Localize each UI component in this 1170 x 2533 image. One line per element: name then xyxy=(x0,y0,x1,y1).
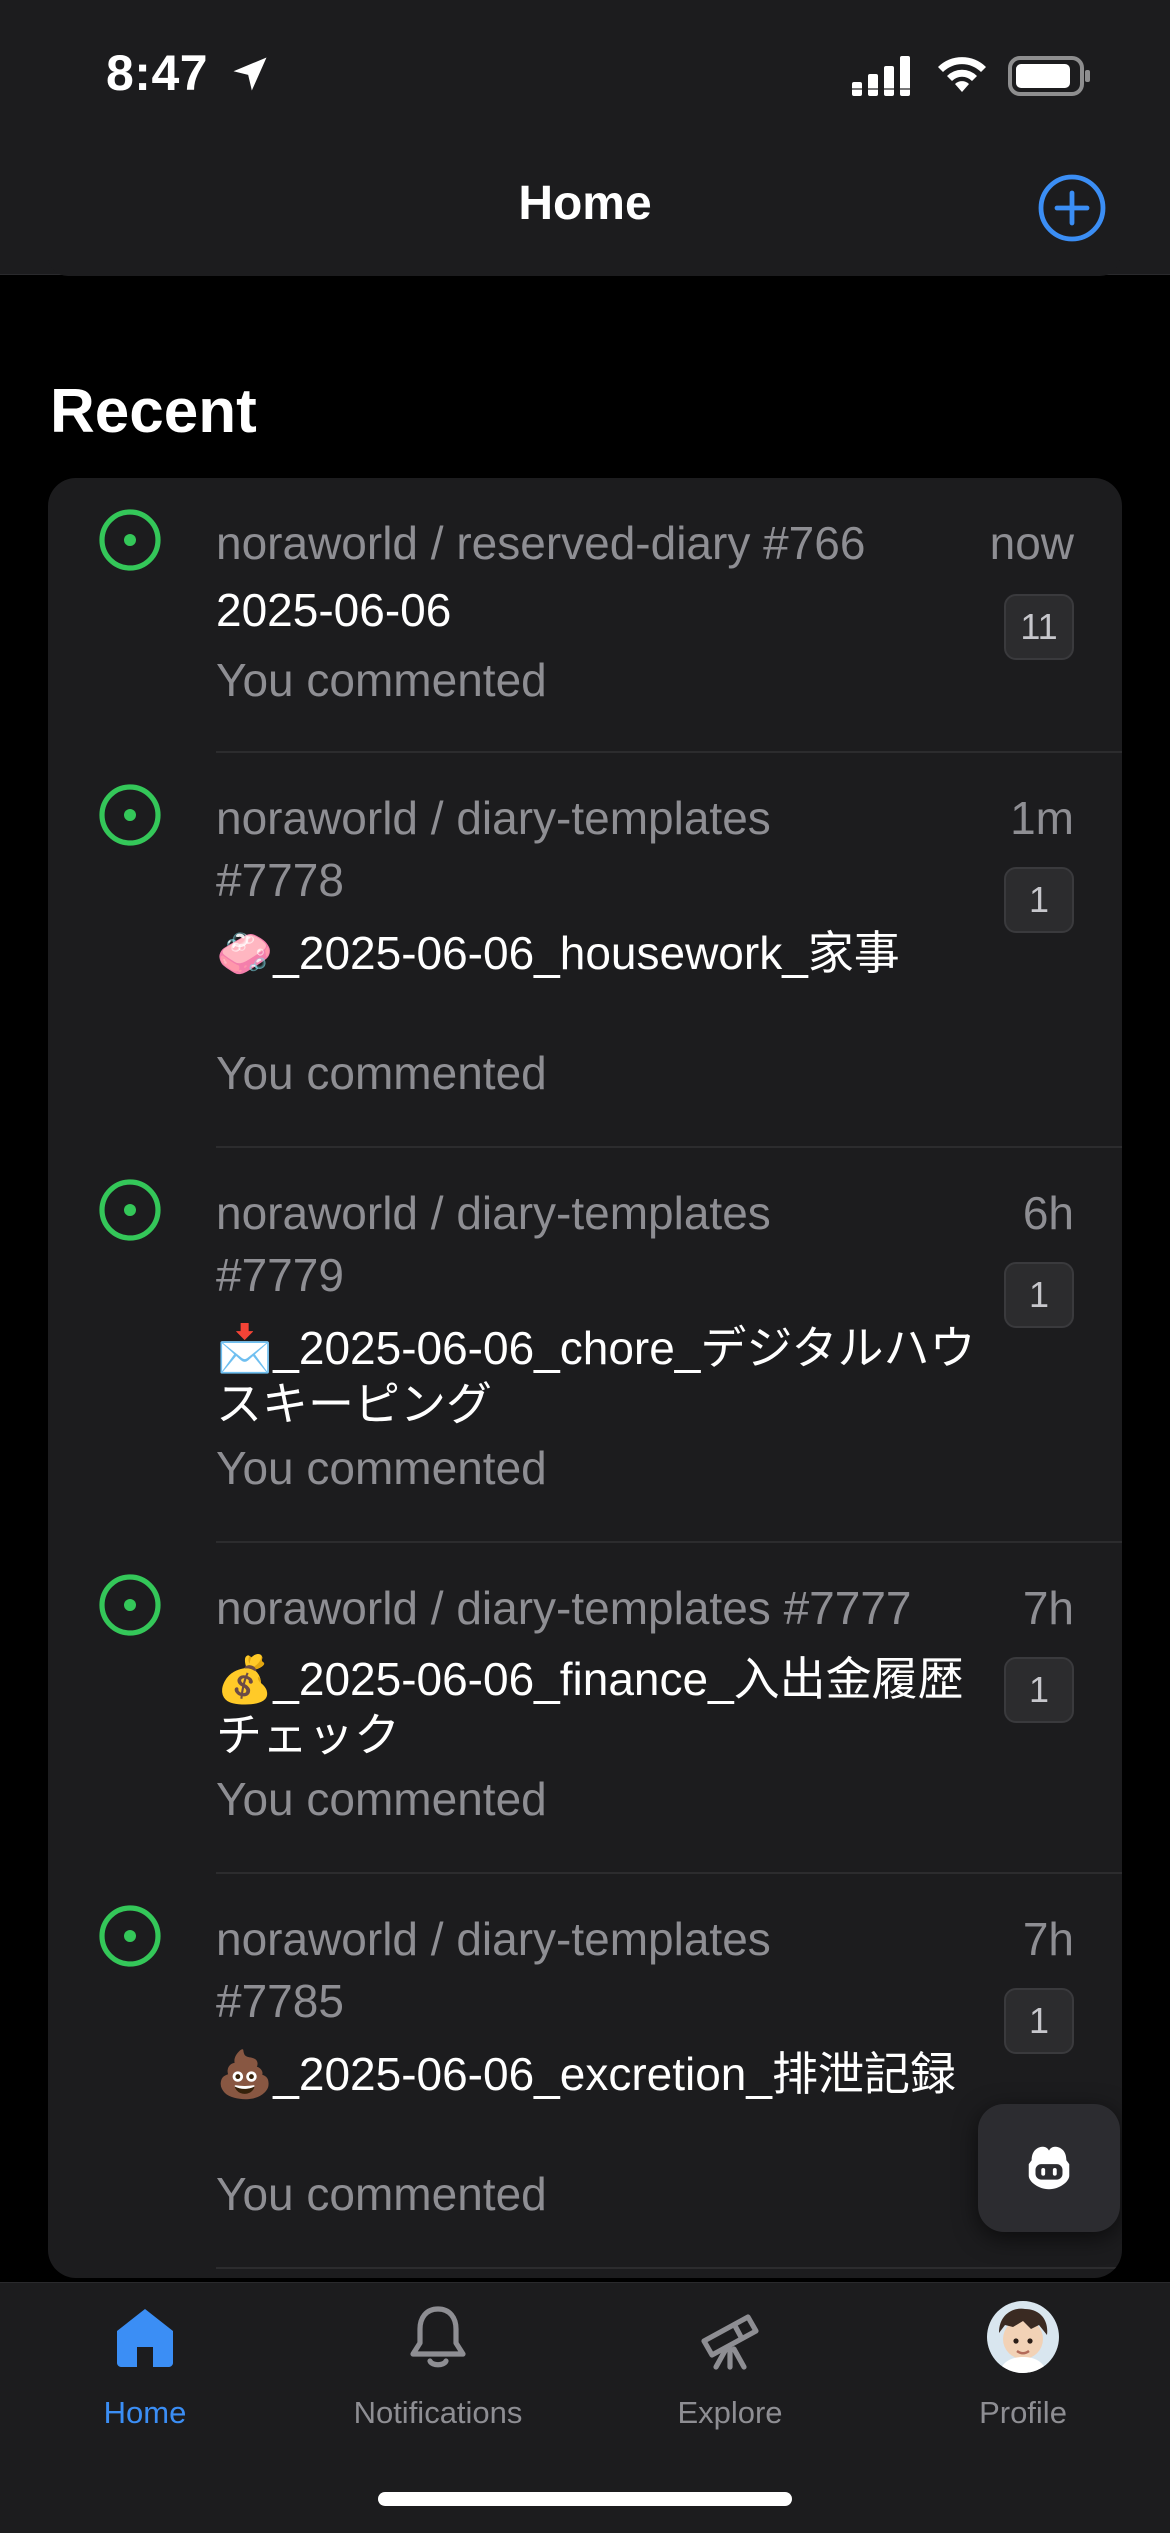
divider xyxy=(216,2267,1122,2269)
open-issue-icon xyxy=(99,1179,161,1241)
timestamp: 1m xyxy=(1010,792,1074,844)
list-item[interactable]: noraworld / diary-templates #7785 7h 💩_2… xyxy=(48,1874,1122,2268)
navigation-bar: Home xyxy=(0,140,1170,275)
repository-name: noraworld / diary-templates #7785 xyxy=(216,1913,771,2027)
issue-title: 💩_2025-06-06_excretion_排泄記録 xyxy=(216,2048,956,2100)
comment-count-badge: 1 xyxy=(1004,867,1074,933)
bell-icon xyxy=(410,2306,466,2368)
plus-circle-icon[interactable] xyxy=(1038,174,1106,242)
page-title: Home xyxy=(518,177,652,230)
timestamp: now xyxy=(989,517,1074,569)
issue-title: 💰_2025-06-06_finance_入出金履歴チェック xyxy=(216,1653,964,1761)
timestamp: 7h xyxy=(1022,1582,1074,1634)
location-arrow-icon xyxy=(233,57,267,91)
recent-list: noraworld / reserved-diary #766 now 2025… xyxy=(48,478,1122,2278)
copilot-button[interactable] xyxy=(978,2104,1120,2232)
activity-subtitle: You commented xyxy=(216,2168,547,2220)
comment-count-badge: 11 xyxy=(1004,594,1074,660)
tab-explore[interactable]: Explore xyxy=(605,2301,855,2451)
repository-name: noraworld / reserved-diary #766 xyxy=(216,517,866,569)
status-time: 8:47 xyxy=(106,45,209,101)
tab-label: Explore xyxy=(677,2395,783,2430)
comment-count-badge: 1 xyxy=(1004,1988,1074,2054)
issue-title: 2025-06-06 xyxy=(216,584,452,636)
tab-label: Notifications xyxy=(353,2395,523,2430)
activity-subtitle: You commented xyxy=(216,1773,547,1825)
comment-count-badge: 1 xyxy=(1004,1262,1074,1328)
open-issue-icon xyxy=(99,784,161,846)
previous-section-card-edge xyxy=(48,256,1120,276)
home-icon xyxy=(117,2309,173,2367)
telescope-icon xyxy=(701,2314,759,2370)
list-item[interactable]: noraworld / diary-templates #7778 1m 🧼_2… xyxy=(48,753,1122,1147)
activity-subtitle: You commented xyxy=(216,1442,547,1494)
avatar xyxy=(987,2301,1059,2373)
timestamp: 6h xyxy=(1022,1187,1074,1239)
tab-label: Home xyxy=(103,2395,187,2430)
open-issue-icon xyxy=(99,509,161,571)
battery-icon xyxy=(1008,56,1090,96)
copilot-icon xyxy=(1028,2146,1070,2190)
tab-label: Profile xyxy=(979,2395,1067,2430)
activity-subtitle: You commented xyxy=(216,654,547,706)
list-item[interactable]: noraworld / diary-templates #7777 7h 💰_2… xyxy=(48,1543,1122,1873)
list-item[interactable]: noraworld / diary-templates #7779 6h 📩_2… xyxy=(48,1148,1122,1542)
status-bar: 8:47 xyxy=(0,0,1170,140)
cellular-signal-icon xyxy=(852,56,910,96)
recent-section-title: Recent xyxy=(50,377,257,446)
repository-name: noraworld / diary-templates #7778 xyxy=(216,792,771,906)
tab-home[interactable]: Home xyxy=(20,2301,270,2451)
comment-count-badge: 1 xyxy=(1004,1657,1074,1723)
tab-notifications[interactable]: Notifications xyxy=(313,2301,563,2451)
issue-title: 🧼_2025-06-06_housework_家事 xyxy=(216,927,900,979)
open-issue-icon xyxy=(99,1905,161,1967)
open-issue-icon xyxy=(99,1574,161,1636)
repository-name: noraworld / diary-templates #7779 xyxy=(216,1187,771,1301)
home-indicator xyxy=(378,2492,792,2506)
activity-subtitle: You commented xyxy=(216,1047,547,1099)
timestamp: 7h xyxy=(1022,1913,1074,1965)
repository-name: noraworld / diary-templates #7777 xyxy=(216,1582,912,1634)
list-item[interactable]: noraworld / reserved-diary #766 now 2025… xyxy=(48,478,1122,752)
tab-profile[interactable]: Profile xyxy=(898,2301,1148,2451)
issue-title: 📩_2025-06-06_chore_デジタルハウスキーピング xyxy=(216,1322,976,1430)
wifi-icon xyxy=(938,57,986,92)
